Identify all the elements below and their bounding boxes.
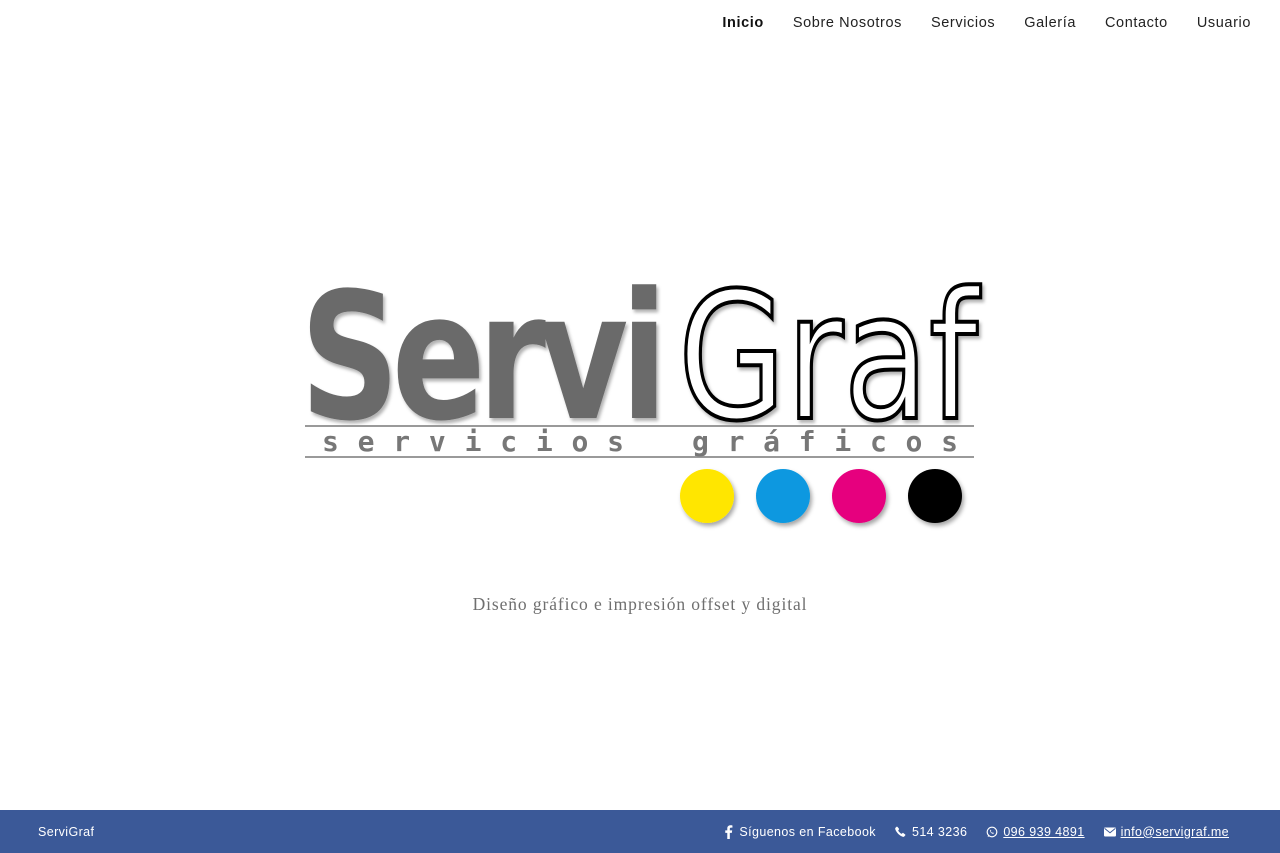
logo-word-graf: Graf — [678, 255, 981, 460]
nav-item-servicios[interactable]: Servicios — [931, 15, 995, 31]
footer-facebook-link[interactable]: Síguenos en Facebook — [722, 825, 876, 839]
main-nav: Inicio Sobre Nosotros Servicios Galería … — [722, 0, 1251, 46]
tagline: Diseño gráfico e impresión offset y digi… — [472, 594, 808, 614]
footer-whatsapp-link[interactable]: 096 939 4891 — [986, 825, 1084, 839]
footer-facebook-label: Síguenos en Facebook — [739, 824, 876, 839]
footer-brand: ServiGraf — [38, 824, 95, 839]
nav-item-sobre-nosotros[interactable]: Sobre Nosotros — [793, 15, 902, 31]
nav-item-usuario[interactable]: Usuario — [1197, 15, 1251, 31]
ink-dot-cyan — [756, 469, 810, 523]
whatsapp-icon — [986, 826, 998, 838]
nav-item-inicio[interactable]: Inicio — [722, 15, 763, 31]
nav-item-contacto[interactable]: Contacto — [1105, 15, 1168, 31]
footer-contact-links: Síguenos en Facebook 514 3236 096 939 48… — [722, 825, 1229, 839]
footer: ServiGraf Síguenos en Facebook 514 3236 — [0, 810, 1280, 853]
phone-icon — [895, 826, 907, 838]
footer-phone-number: 514 3236 — [911, 824, 968, 839]
nav-item-galeria[interactable]: Galería — [1024, 15, 1076, 31]
footer-phone: 514 3236 — [895, 825, 967, 839]
logo-subtitle-servicios: servicios — [322, 425, 624, 458]
footer-email-link[interactable]: info@servigraf.me — [1103, 825, 1229, 839]
envelope-icon — [1103, 826, 1116, 838]
footer-email-address[interactable]: info@servigraf.me — [1121, 825, 1229, 839]
page: Inicio Sobre Nosotros Servicios Galería … — [0, 0, 1280, 853]
facebook-icon — [722, 824, 734, 839]
ink-dot-magenta — [832, 469, 886, 523]
footer-whatsapp-number[interactable]: 096 939 4891 — [1003, 825, 1084, 839]
ink-dot-yellow — [680, 469, 734, 523]
servigraf-logo: Servi Graf servicios gráficos — [290, 255, 990, 545]
ink-dot-black — [908, 469, 962, 523]
